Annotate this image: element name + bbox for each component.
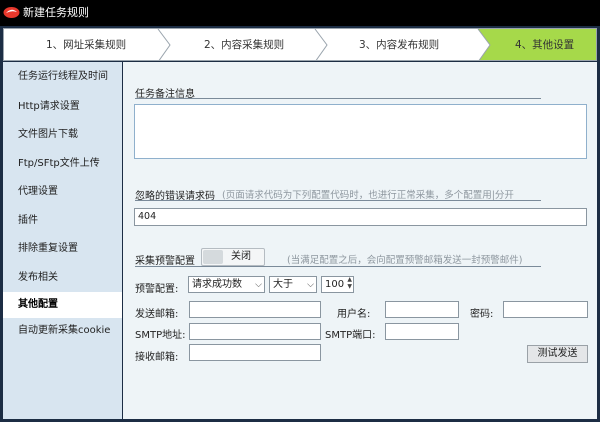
receiver-email-input[interactable]: [189, 344, 321, 361]
spinner-arrows-icon: ▲ ▼: [347, 276, 352, 290]
ignore-codes-input[interactable]: 404: [134, 208, 587, 226]
step-3[interactable]: 3、内容发布规则: [359, 39, 439, 51]
alert-hint: (当满足配置之后，会向配置预警邮箱发送一封预警邮件): [287, 255, 523, 266]
username-label: 用户名:: [337, 309, 371, 320]
alert-threshold-spinner[interactable]: 100 ▲ ▼: [321, 276, 354, 293]
smtp-address-input[interactable]: [189, 323, 321, 340]
alert-section-title: 采集预警配置: [135, 256, 195, 267]
alert-operator-value: 大于: [273, 279, 293, 290]
alert-operator-select[interactable]: 大于 ⌵: [269, 276, 317, 293]
step-1[interactable]: 1、网址采集规则: [46, 39, 126, 51]
app-logo-icon: [3, 7, 20, 18]
sidebar-item-proxy[interactable]: 代理设置: [3, 179, 122, 205]
sidebar-item-plugins[interactable]: 插件: [3, 208, 122, 234]
sidebar-item-thread-time[interactable]: 任务运行线程及时间: [3, 64, 122, 90]
alert-toggle[interactable]: 关闭: [201, 248, 265, 266]
sender-email-label: 发送邮箱:: [135, 309, 179, 320]
sidebar-item-publish[interactable]: 发布相关: [3, 265, 122, 291]
username-input[interactable]: [385, 301, 459, 318]
sidebar-item-ftp-upload[interactable]: Ftp/SFtp文件上传: [3, 151, 122, 177]
sidebar-item-file-download[interactable]: 文件图片下载: [3, 122, 122, 148]
chevron-down-icon: ⌵: [307, 280, 314, 290]
sender-email-input[interactable]: [189, 301, 321, 318]
chevron-down-icon: ⌵: [255, 280, 262, 290]
password-label: 密码:: [470, 309, 494, 320]
step-2[interactable]: 2、内容采集规则: [204, 39, 284, 51]
sidebar-item-http-request[interactable]: Http请求设置: [3, 94, 122, 120]
alert-config-label: 预警配置:: [135, 284, 179, 295]
step-4[interactable]: 4、其他设置: [515, 39, 574, 51]
password-input[interactable]: [503, 301, 588, 318]
alert-condition-value: 请求成功数: [192, 279, 242, 290]
smtp-port-label: SMTP端口:: [325, 330, 376, 341]
notes-divider: [135, 98, 541, 99]
notes-textarea[interactable]: [134, 104, 587, 159]
window-titlebar: 新建任务规则: [0, 0, 600, 26]
window-title: 新建任务规则: [23, 6, 89, 19]
alert-condition-select[interactable]: 请求成功数 ⌵: [188, 276, 265, 293]
ignore-divider: [135, 200, 541, 201]
toggle-label: 关闭: [231, 251, 251, 262]
step-navigation: 1、网址采集规则 2、内容采集规则 3、内容发布规则 4、其他设置: [3, 28, 597, 61]
sidebar-item-other-config[interactable]: 其他配置: [3, 292, 122, 318]
settings-sidebar: 任务运行线程及时间 Http请求设置 文件图片下载 Ftp/SFtp文件上传 代…: [3, 62, 122, 419]
sidebar-item-cookie-update[interactable]: 自动更新采集cookie: [3, 318, 122, 344]
smtp-port-input[interactable]: [385, 323, 459, 340]
smtp-address-label: SMTP地址:: [135, 330, 186, 341]
test-send-button[interactable]: 测试发送: [527, 345, 588, 363]
ignore-codes-hint: (页面请求代码为下列配置代码时，也进行正常采集，多个配置用|分开: [222, 190, 514, 201]
sidebar-item-dedupe[interactable]: 排除重复设置: [3, 236, 122, 262]
alert-divider: [135, 266, 541, 267]
receiver-email-label: 接收邮箱:: [135, 352, 179, 363]
toggle-knob: [203, 250, 223, 264]
alert-threshold-value: 100: [325, 279, 345, 290]
